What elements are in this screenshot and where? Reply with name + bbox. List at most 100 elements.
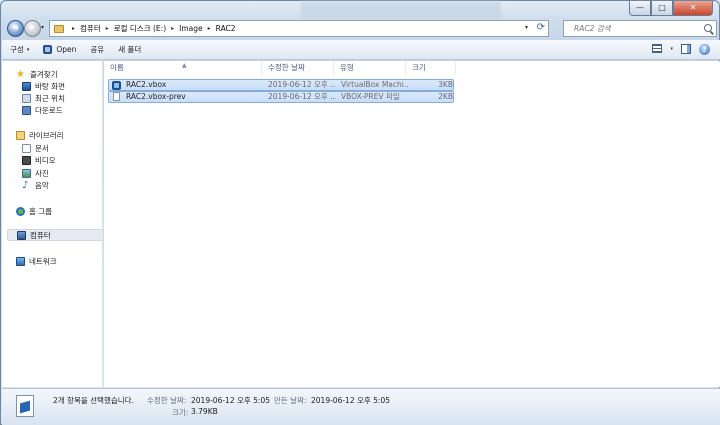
recent-pages-dropdown[interactable]: ▾ xyxy=(41,24,44,31)
desktop-icon xyxy=(22,81,31,91)
sort-arrow-icon: ▲ xyxy=(182,62,187,69)
share-button[interactable]: 공유 xyxy=(90,44,104,55)
column-header-type[interactable]: 유형 xyxy=(334,61,406,75)
sidebar-item-label: 문서 xyxy=(35,143,49,153)
new-folder-button[interactable]: 새 폴더 xyxy=(118,44,141,55)
sidebar-item-label: 다운로드 xyxy=(35,105,63,115)
chevron-down-icon: ▾ xyxy=(26,46,30,53)
open-button[interactable]: Open xyxy=(43,45,76,54)
sidebar-item-downloads[interactable]: 다운로드 xyxy=(22,104,63,116)
open-label: Open xyxy=(56,45,77,54)
titlebar xyxy=(301,1,501,19)
back-button[interactable]: ◂ xyxy=(7,20,24,37)
window-controls: — □ ✕ xyxy=(629,1,713,16)
file-size: 3KB xyxy=(438,80,453,89)
libraries-icon xyxy=(16,130,25,140)
sidebar-item-label: 비디오 xyxy=(35,155,56,165)
virtualbox-icon xyxy=(112,81,121,90)
column-header-date[interactable]: 수정한 날짜 xyxy=(262,61,334,75)
address-dropdown[interactable]: ▾ xyxy=(525,24,528,31)
refresh-icon[interactable]: ⟳ xyxy=(537,22,545,33)
file-type: VBOX-PREV 파일 xyxy=(341,92,400,101)
sidebar-item-documents[interactable]: 문서 xyxy=(22,142,49,154)
sidebar-item-label: 네트워크 xyxy=(29,256,57,266)
file-row[interactable]: RAC2.vbox-prev 2019-06-12 오후 ... VBOX-PR… xyxy=(108,91,454,103)
breadcrumb-local-disk[interactable]: 로컬 디스크 (E:) xyxy=(114,23,166,34)
sidebar-item-label: 라이브러리 xyxy=(29,130,64,140)
breadcrumb-separator[interactable]: ▸ xyxy=(171,25,174,32)
column-header-name[interactable]: 이름 ▲ xyxy=(104,61,262,75)
details-pane: 2개 항목을 선택했습니다. 수정한 날짜: 2019-06-12 오후 5:0… xyxy=(2,388,720,425)
file-list: 이름 ▲ 수정한 날짜 유형 크기 RAC2.vbox 2019-06-12 오… xyxy=(104,61,720,387)
network-icon xyxy=(16,256,25,266)
sidebar-item-label: 바탕 화면 xyxy=(35,81,65,91)
created-date-value: 2019-06-12 오후 5:05 xyxy=(311,396,390,405)
change-view-icon[interactable] xyxy=(652,44,663,53)
sidebar-item-recent[interactable]: 최근 위치 xyxy=(22,92,65,104)
navigation-pane: ★ 즐겨찾기 바탕 화면 최근 위치 다운로드 라이브러리 문서 비디오 사진 … xyxy=(2,61,104,387)
sidebar-item-music[interactable]: ♪ 음악 xyxy=(22,179,49,191)
help-icon[interactable]: ? xyxy=(699,44,710,55)
column-header-size[interactable]: 크기 xyxy=(406,61,456,75)
file-date: 2019-06-12 오후 ... xyxy=(268,92,336,101)
file-date: 2019-06-12 오후 ... xyxy=(268,80,336,89)
breadcrumb-separator[interactable]: ▸ xyxy=(208,25,211,32)
downloads-icon xyxy=(22,105,31,115)
homegroup-icon xyxy=(16,206,25,216)
selection-count: 2개 항목을 선택했습니다. xyxy=(53,396,134,405)
file-type: VirtualBox Machi... xyxy=(341,80,409,89)
column-header-label: 이름 xyxy=(110,63,124,72)
file-name: RAC2.vbox-prev xyxy=(126,92,186,101)
selection-thumbnail-icon xyxy=(16,395,34,417)
organize-button[interactable]: 구성 ▾ xyxy=(10,44,29,55)
forward-button[interactable]: ▸ xyxy=(24,20,41,37)
star-icon: ★ xyxy=(16,68,25,80)
arrow-left-icon: ◂ xyxy=(13,23,18,33)
computer-icon xyxy=(17,230,26,240)
folder-icon xyxy=(54,24,64,33)
file-row[interactable]: RAC2.vbox 2019-06-12 오후 ... VirtualBox M… xyxy=(108,79,454,91)
file-size: 2KB xyxy=(438,92,453,101)
sidebar-item-favorites[interactable]: ★ 즐겨찾기 xyxy=(16,68,58,80)
sidebar-item-libraries[interactable]: 라이브러리 xyxy=(16,129,64,141)
file-name: RAC2.vbox xyxy=(126,80,167,89)
close-button[interactable]: ✕ xyxy=(673,1,713,16)
view-controls: ▾ ? xyxy=(652,44,710,55)
explorer-window: — □ ✕ ◂ ▸ ▾ ▸ 컴퓨터 ▸ 로컬 디스크 (E:) ▸ Image … xyxy=(0,0,720,425)
documents-icon xyxy=(22,143,31,153)
minimize-button[interactable]: — xyxy=(629,1,651,16)
breadcrumb-rac2[interactable]: RAC2 xyxy=(216,24,236,33)
sidebar-item-label: 최근 위치 xyxy=(35,93,65,103)
pictures-icon xyxy=(22,168,31,178)
search-input[interactable]: RAC2 검색 xyxy=(563,20,717,37)
sidebar-item-videos[interactable]: 비디오 xyxy=(22,154,56,166)
sidebar-item-pictures[interactable]: 사진 xyxy=(22,167,49,179)
preview-pane-icon[interactable] xyxy=(681,44,691,54)
breadcrumb-separator[interactable]: ▸ xyxy=(106,25,109,32)
sidebar-item-desktop[interactable]: 바탕 화면 xyxy=(22,80,65,92)
breadcrumb-computer[interactable]: 컴퓨터 xyxy=(80,23,101,34)
sidebar-item-computer[interactable]: 컴퓨터 xyxy=(7,229,104,241)
file-icon xyxy=(113,92,120,101)
chevron-down-icon[interactable]: ▾ xyxy=(670,44,673,55)
address-bar[interactable]: ▸ 컴퓨터 ▸ 로컬 디스크 (E:) ▸ Image ▸ RAC2 ▾ ⟳ xyxy=(49,20,549,37)
virtualbox-icon xyxy=(43,45,53,54)
sidebar-item-network[interactable]: 네트워크 xyxy=(16,255,57,267)
breadcrumb-separator[interactable]: ▸ xyxy=(72,25,75,32)
created-date-label: 만든 날짜: xyxy=(274,396,307,405)
sidebar-item-label: 사진 xyxy=(35,168,49,178)
videos-icon xyxy=(22,155,31,165)
sidebar-item-label: 즐겨찾기 xyxy=(30,69,58,79)
sidebar-item-homegroup[interactable]: 홈 그룹 xyxy=(16,205,52,217)
breadcrumb-image[interactable]: Image xyxy=(179,24,203,33)
sidebar-item-label: 음악 xyxy=(35,180,49,190)
size-label: 크기: xyxy=(172,408,189,417)
recent-places-icon xyxy=(22,93,31,103)
modified-date-value: 2019-06-12 오후 5:05 xyxy=(191,396,270,405)
sidebar-item-label: 컴퓨터 xyxy=(30,230,51,240)
maximize-button[interactable]: □ xyxy=(651,1,673,16)
command-bar: 구성 ▾ Open 공유 새 폴더 ▾ ? xyxy=(2,40,720,60)
organize-label: 구성 xyxy=(10,45,24,54)
search-icon[interactable] xyxy=(704,24,712,32)
music-icon: ♪ xyxy=(22,179,29,191)
